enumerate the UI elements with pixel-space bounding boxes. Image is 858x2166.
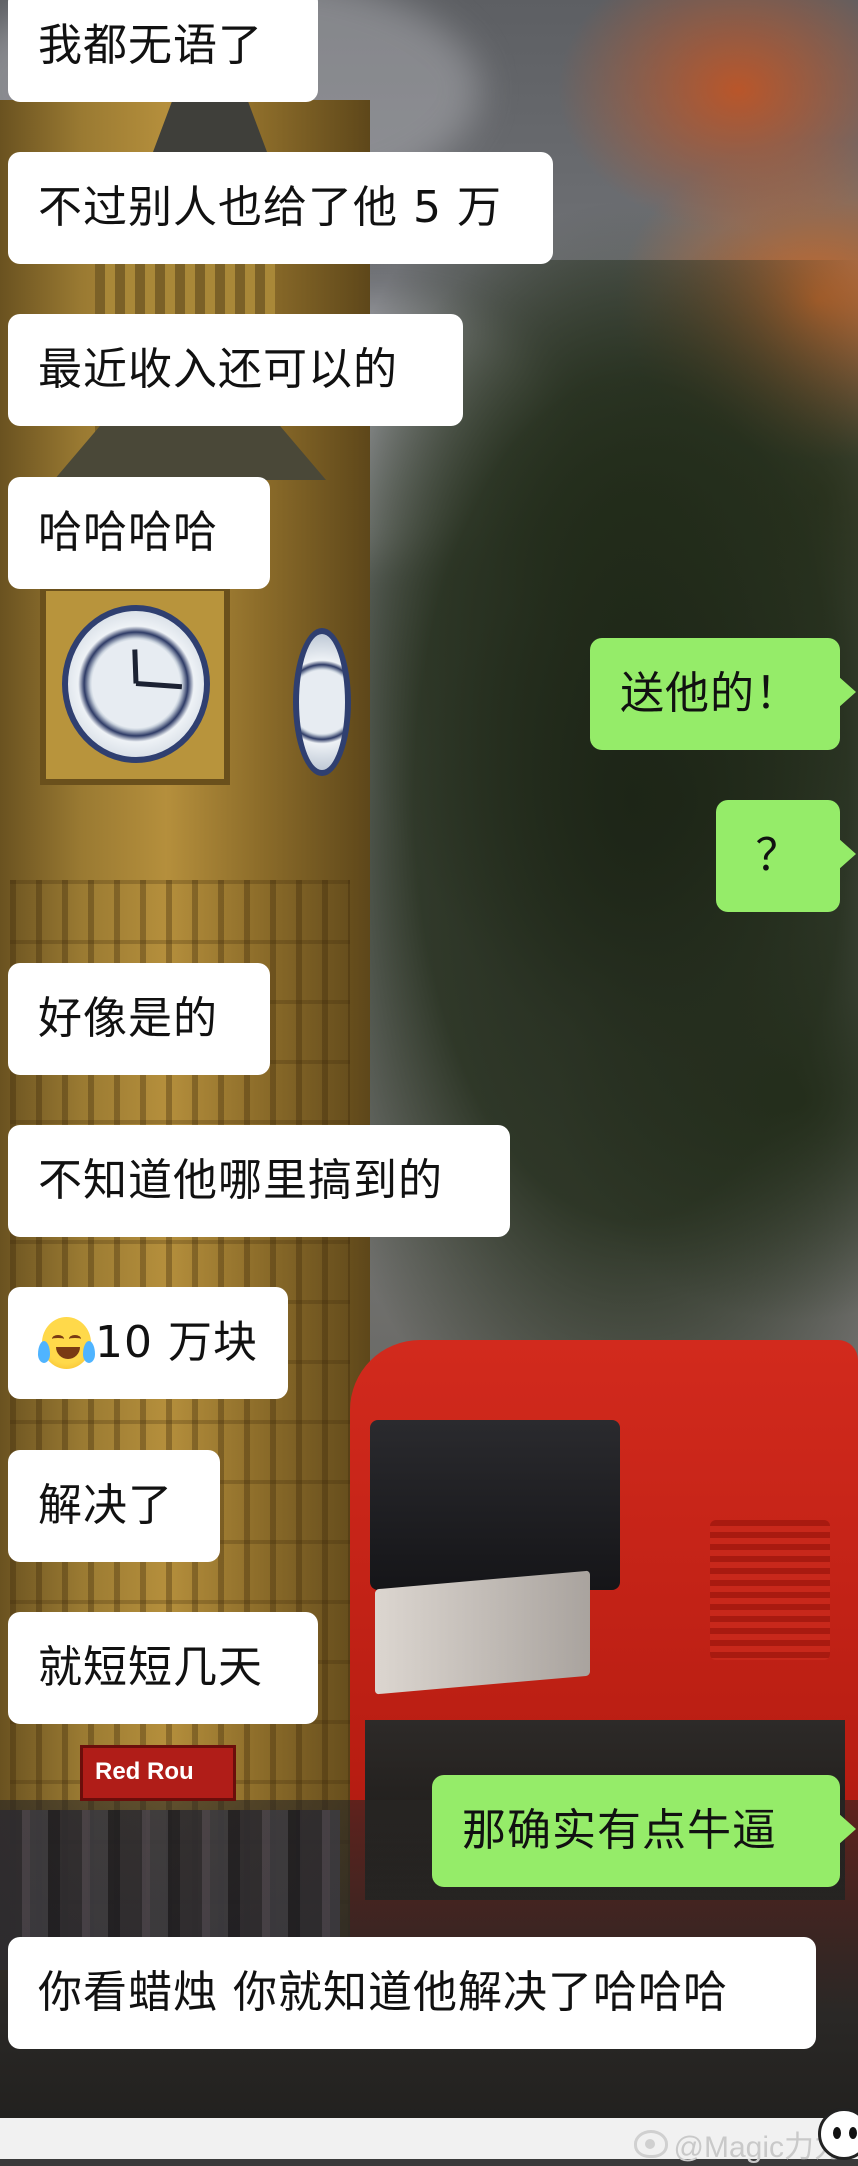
message-bubble-outgoing[interactable]: ？ (716, 800, 856, 912)
message-bubble-incoming[interactable]: 解决了 (8, 1450, 220, 1562)
message-bubble-incoming[interactable]: 你看蜡烛 你就知道他解决了哈哈哈 (8, 1937, 816, 2049)
message-bubble-incoming[interactable]: 10 万块 (8, 1287, 288, 1399)
message-text: 10 万块 (95, 1317, 258, 1368)
message-text: 那确实有点牛逼 (462, 1805, 777, 1856)
weibo-logo-icon (633, 2130, 668, 2158)
bus-advert (375, 1570, 590, 1695)
message-bubble-outgoing[interactable]: 那确实有点牛逼 (432, 1775, 856, 1887)
message-bubble-incoming[interactable]: 好像是的 (8, 963, 270, 1075)
weibo-watermark: @Magic力力 (633, 2122, 844, 2166)
crying-laughing-emoji-icon (38, 1317, 96, 1369)
message-text: 你看蜡烛 你就知道他解决了哈哈哈 (38, 1967, 728, 2018)
message-bubble-incoming[interactable]: 哈哈哈哈 (8, 477, 270, 589)
message-text: 送他的！ (620, 668, 800, 719)
bus-sign: Red Rou (80, 1745, 236, 1801)
message-text: 我都无语了 (38, 20, 263, 71)
message-text: 好像是的 (38, 993, 218, 1044)
message-text: 就短短几天 (38, 1642, 263, 1693)
message-bubble-incoming[interactable]: 就短短几天 (8, 1612, 318, 1724)
message-text: 不过别人也给了他 5 万 (38, 182, 502, 233)
message-text: 不知道他哪里搞到的 (38, 1155, 443, 1206)
message-text: 解决了 (38, 1480, 173, 1531)
message-bubble-incoming[interactable]: 最近收入还可以的 (8, 314, 463, 426)
message-bubble-incoming[interactable]: 我都无语了 (8, 0, 318, 102)
message-bubble-incoming[interactable]: 不过别人也给了他 5 万 (8, 152, 553, 264)
message-text: 最近收入还可以的 (38, 344, 398, 395)
clock-face-side (293, 628, 351, 776)
clock-face (62, 605, 210, 763)
message-bubble-incoming[interactable]: 不知道他哪里搞到的 (8, 1125, 510, 1237)
message-text: 哈哈哈哈 (38, 507, 218, 558)
message-text: ？ (755, 830, 801, 881)
message-bubble-outgoing[interactable]: 送他的！ (590, 638, 856, 750)
